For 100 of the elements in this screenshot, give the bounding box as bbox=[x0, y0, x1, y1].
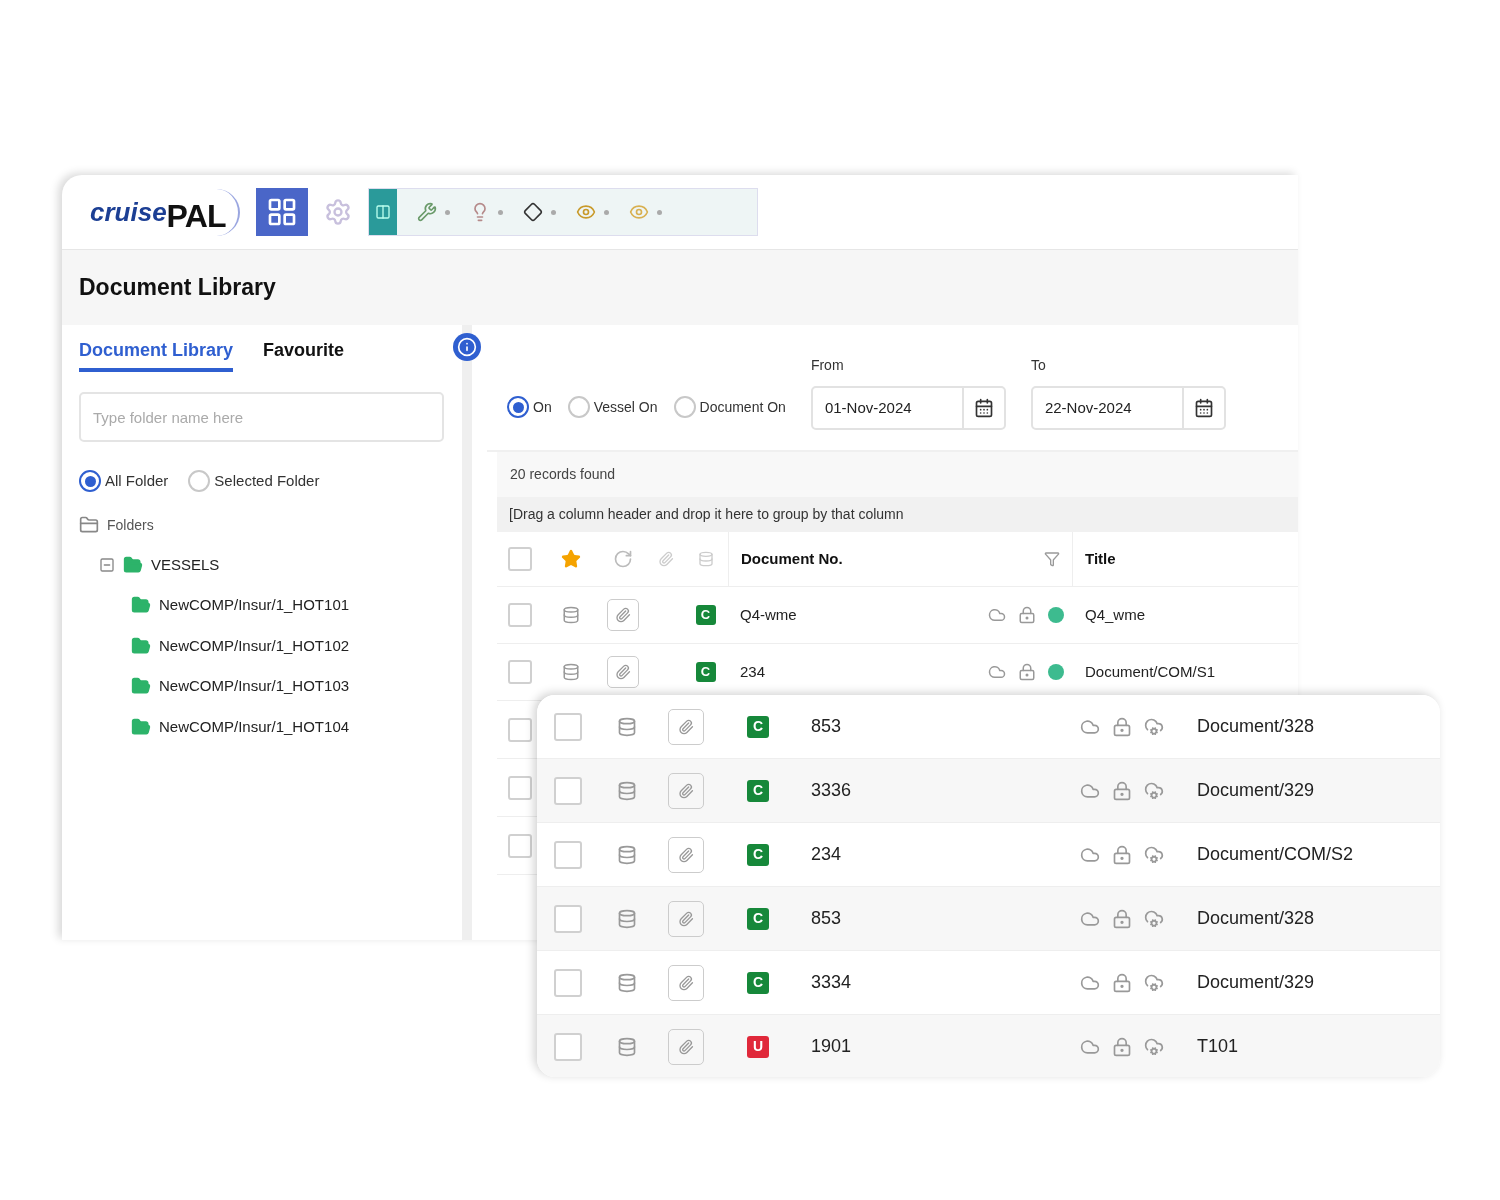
status-badge: C bbox=[695, 662, 716, 682]
row-checkbox[interactable] bbox=[508, 717, 532, 742]
row-checkbox[interactable] bbox=[508, 833, 532, 858]
info-badge[interactable] bbox=[453, 333, 481, 361]
cloud-icon bbox=[987, 606, 1006, 624]
column-header[interactable]: Title bbox=[1073, 547, 1298, 571]
row-checkbox[interactable] bbox=[554, 968, 582, 997]
attachment-button[interactable] bbox=[607, 599, 639, 631]
star-icon[interactable] bbox=[560, 549, 581, 569]
lock-icon bbox=[1112, 1036, 1132, 1057]
folder-item[interactable]: NewCOMP/Insur/1_HOT104 bbox=[159, 715, 350, 738]
select-all-checkbox[interactable] bbox=[508, 547, 532, 571]
eye-icon[interactable] bbox=[628, 202, 649, 222]
paperclip-icon bbox=[678, 1038, 694, 1055]
paperclip-icon bbox=[615, 607, 631, 623]
database-icon bbox=[697, 551, 714, 567]
folder-item[interactable]: NewCOMP/Insur/1_HOT103 bbox=[159, 675, 350, 698]
status-badge: C bbox=[747, 715, 769, 738]
radio-label: Vessel On bbox=[593, 397, 658, 417]
status-badge: C bbox=[747, 843, 769, 866]
paperclip-icon bbox=[678, 782, 694, 799]
row-checkbox[interactable] bbox=[554, 776, 582, 805]
paperclip-icon bbox=[678, 910, 694, 927]
date-field[interactable]: 01-Nov-2024 bbox=[810, 386, 1006, 430]
attachment-button[interactable] bbox=[668, 708, 704, 745]
folder-icon bbox=[131, 635, 151, 656]
date-field[interactable]: 22-Nov-2024 bbox=[1030, 386, 1226, 430]
folder-search-field[interactable]: Type folder name here bbox=[79, 392, 444, 442]
attachment-button[interactable] bbox=[668, 964, 704, 1001]
row-checkbox[interactable] bbox=[508, 660, 532, 684]
column-header[interactable]: Document No. bbox=[741, 547, 843, 571]
row-checkbox[interactable] bbox=[554, 1032, 582, 1061]
document-title: Document/329 bbox=[1196, 971, 1316, 994]
lock-icon bbox=[1112, 780, 1132, 801]
paperclip-icon bbox=[657, 551, 674, 567]
folder-item[interactable]: VESSELS bbox=[151, 553, 220, 576]
lock-icon bbox=[1112, 844, 1132, 865]
paperclip-icon bbox=[678, 846, 694, 863]
apps-grid-button[interactable] bbox=[255, 188, 308, 236]
radio-button[interactable] bbox=[79, 470, 101, 493]
settings-icon[interactable] bbox=[323, 198, 352, 226]
row-checkbox[interactable] bbox=[554, 840, 582, 869]
refresh-icon[interactable] bbox=[613, 549, 633, 569]
row-checkbox[interactable] bbox=[508, 603, 532, 627]
folder-icon bbox=[123, 554, 143, 575]
attachment-button[interactable] bbox=[668, 1028, 704, 1065]
status-badge: C bbox=[747, 907, 769, 930]
paperclip-icon bbox=[678, 974, 694, 991]
lock-icon bbox=[1017, 663, 1036, 681]
status-badge: U bbox=[747, 1035, 769, 1058]
radio-label: Document On bbox=[699, 397, 786, 417]
side-tab[interactable]: Document Library bbox=[79, 337, 234, 372]
attachment-button[interactable] bbox=[668, 900, 704, 937]
folder-item[interactable]: NewCOMP/Insur/1_HOT102 bbox=[159, 634, 350, 657]
lock-icon bbox=[1112, 716, 1132, 737]
database-icon bbox=[561, 663, 580, 681]
document-number: 234 bbox=[810, 843, 843, 866]
side-tab[interactable]: Favourite bbox=[263, 337, 345, 372]
paperclip-icon bbox=[678, 718, 694, 735]
panel-toggle-icon[interactable] bbox=[368, 189, 397, 235]
filter-icon[interactable] bbox=[1044, 551, 1060, 567]
radio-button[interactable] bbox=[188, 470, 211, 493]
attachment-button[interactable] bbox=[607, 656, 639, 688]
row-checkbox[interactable] bbox=[508, 775, 532, 800]
radio-button[interactable] bbox=[507, 396, 529, 418]
database-icon bbox=[617, 780, 637, 801]
radio-button[interactable] bbox=[673, 396, 696, 418]
wrench-icon[interactable] bbox=[416, 202, 437, 222]
info-icon bbox=[457, 337, 477, 357]
folder-item[interactable]: NewCOMP/Insur/1_HOT101 bbox=[159, 594, 350, 617]
collapse-icon[interactable] bbox=[99, 556, 115, 573]
document-title: T101 bbox=[1196, 1035, 1240, 1058]
folder-icon bbox=[131, 716, 151, 737]
database-icon bbox=[561, 606, 580, 624]
page-title: Document Library bbox=[79, 273, 276, 303]
calendar-icon[interactable] bbox=[973, 398, 994, 418]
document-number: 1901 bbox=[810, 1035, 853, 1058]
radio-button[interactable] bbox=[567, 396, 590, 418]
radio-label: Selected Folder bbox=[214, 471, 320, 491]
folders-label: Folders bbox=[107, 515, 154, 535]
document-title: Document/COM/S1 bbox=[1084, 661, 1217, 682]
lock-icon bbox=[1112, 972, 1132, 993]
document-number: 3336 bbox=[810, 779, 853, 802]
calendar-icon[interactable] bbox=[1193, 398, 1214, 418]
radio-label: All Folder bbox=[105, 471, 169, 491]
attachment-button[interactable] bbox=[668, 836, 704, 873]
document-number: 234 bbox=[739, 661, 767, 682]
document-number: Q4-wme bbox=[739, 604, 798, 625]
database-icon bbox=[617, 1036, 637, 1057]
row-checkbox[interactable] bbox=[554, 712, 582, 741]
status-badge: C bbox=[747, 971, 769, 994]
attachment-button[interactable] bbox=[668, 772, 704, 809]
lock-icon bbox=[1112, 908, 1132, 929]
group-by-hint: [Drag a column header and drop it here to group by that column bbox=[509, 505, 904, 524]
eye-icon[interactable] bbox=[575, 202, 596, 222]
lock-icon bbox=[1017, 606, 1036, 624]
diamond-icon[interactable] bbox=[522, 202, 543, 222]
document-title: Document/328 bbox=[1196, 715, 1316, 738]
row-checkbox[interactable] bbox=[554, 904, 582, 933]
status-badge: C bbox=[695, 605, 716, 625]
